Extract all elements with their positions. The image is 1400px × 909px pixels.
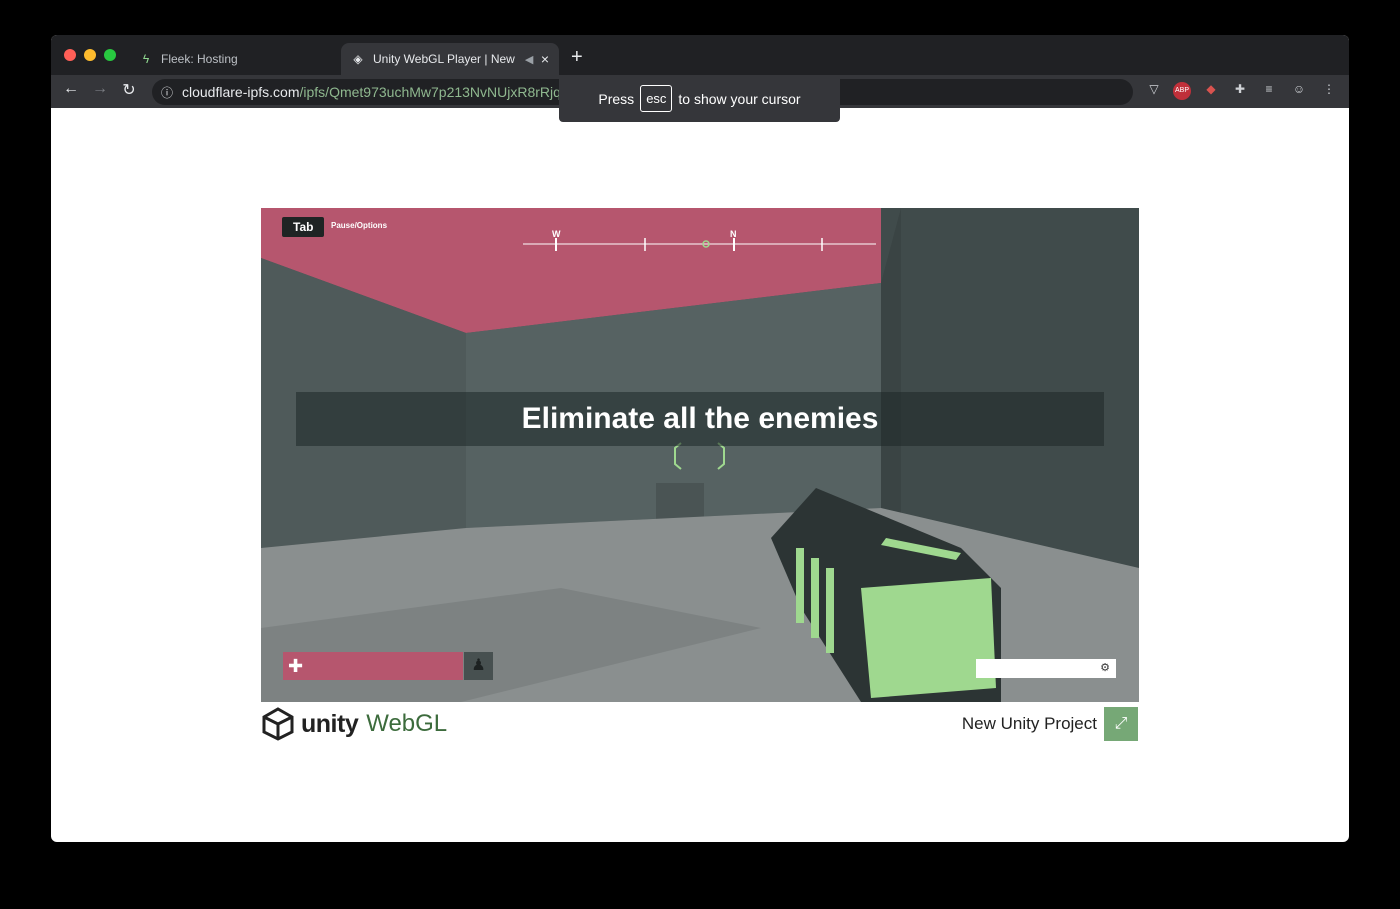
profile-icon[interactable]: ☺ [1290, 82, 1308, 100]
webgl-wordmark: WebGL [366, 710, 448, 737]
forward-icon[interactable]: → [89, 80, 111, 98]
browser-window: ϟ Fleek: Hosting ◈ Unity WebGL Player | … [51, 35, 1349, 842]
ammo-bar: ⚙ [976, 659, 1116, 678]
project-title: New Unity Project [961, 714, 1097, 733]
tab-fleek-hosting[interactable]: ϟ Fleek: Hosting [129, 43, 337, 75]
audio-icon[interactable]: ◀ [525, 53, 533, 66]
unity-wordmark: unity [301, 709, 359, 738]
reading-list-icon[interactable]: ≡ [1260, 82, 1278, 100]
close-tab-button[interactable]: × [541, 51, 549, 67]
expand-icon: ⤢ [1114, 715, 1128, 732]
adblock-icon[interactable]: ABP [1173, 82, 1191, 100]
reload-icon[interactable]: ↻ [118, 80, 140, 100]
fullscreen-button[interactable]: ⤢ [1104, 707, 1138, 741]
tab-unity-webgl-player[interactable]: ◈ Unity WebGL Player | New ◀ × [341, 43, 559, 75]
lightning-icon: ϟ [142, 52, 150, 66]
objective-banner: Eliminate all the enemies [296, 392, 1104, 446]
fox-icon[interactable]: ◆ [1202, 82, 1220, 100]
compass-west: W [552, 229, 561, 239]
fullscreen-esc-banner: Press esc to show your cursor [559, 75, 840, 122]
unity-webgl-logo: unity WebGL [261, 706, 447, 742]
url-path: /ipfs/Qmet973uchMw7p213NvNUjxR8rRjqhh [299, 84, 577, 100]
minimize-window-button[interactable] [84, 49, 96, 61]
unity-game-canvas[interactable]: Tab Pause/Options W N Eliminate all the … [261, 208, 1139, 702]
close-window-button[interactable] [64, 49, 76, 61]
pocket-icon[interactable]: ▽ [1145, 82, 1163, 100]
game-scene [261, 208, 1139, 702]
player-stance-icon: ♟ [464, 652, 493, 680]
objective-text: Eliminate all the enemies [521, 402, 879, 435]
health-bar: ✚ [283, 652, 463, 680]
tab-label: Unity WebGL Player | New [373, 52, 515, 66]
health-cross-icon: ✚ [288, 656, 304, 676]
esc-key: esc [640, 85, 673, 112]
maximize-window-button[interactable] [104, 49, 116, 61]
esc-banner-text: to show your cursor [678, 90, 801, 107]
unity-logo-icon [262, 707, 294, 741]
ammo-icon: ⚙ [1100, 662, 1110, 674]
puzzle-icon[interactable]: ✚ [1231, 82, 1249, 100]
tab-key-hint: Tab [282, 217, 325, 237]
tab-bar: ϟ Fleek: Hosting ◈ Unity WebGL Player | … [51, 35, 1349, 75]
new-tab-button[interactable]: + [571, 46, 583, 69]
tab-label: Fleek: Hosting [161, 52, 238, 66]
esc-banner-press: Press [598, 90, 635, 107]
back-icon[interactable]: ← [60, 80, 82, 98]
unity-icon: ◈ [353, 52, 363, 66]
site-info-icon[interactable]: ⓘ [152, 84, 182, 101]
menu-icon[interactable]: ⋮ [1320, 82, 1338, 100]
url-host: cloudflare-ipfs.com [182, 84, 300, 100]
pause-options-label: Pause/Options [331, 221, 388, 230]
compass-north: N [730, 229, 737, 239]
